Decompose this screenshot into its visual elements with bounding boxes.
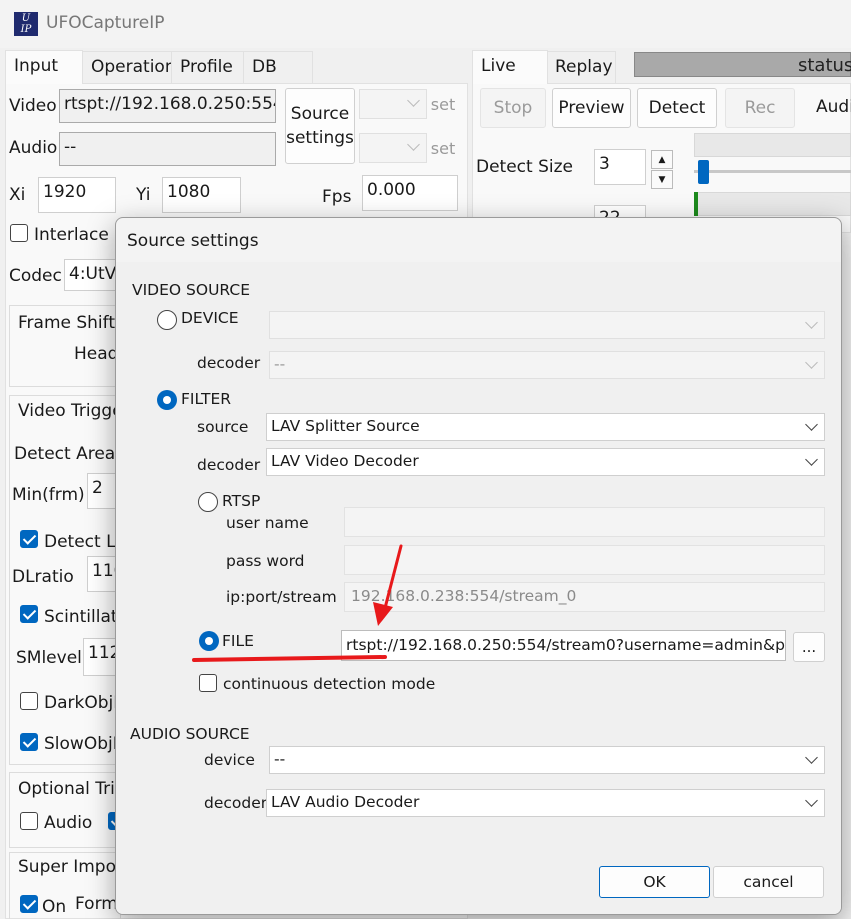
tab-live[interactable]: Live xyxy=(472,50,548,84)
annotation-underline xyxy=(192,655,387,662)
annotation-arrow-head xyxy=(373,602,393,626)
annotation-overlay xyxy=(192,544,403,662)
tab-input[interactable]: Input xyxy=(5,50,83,84)
annotation-arrow-shaft xyxy=(382,544,403,614)
